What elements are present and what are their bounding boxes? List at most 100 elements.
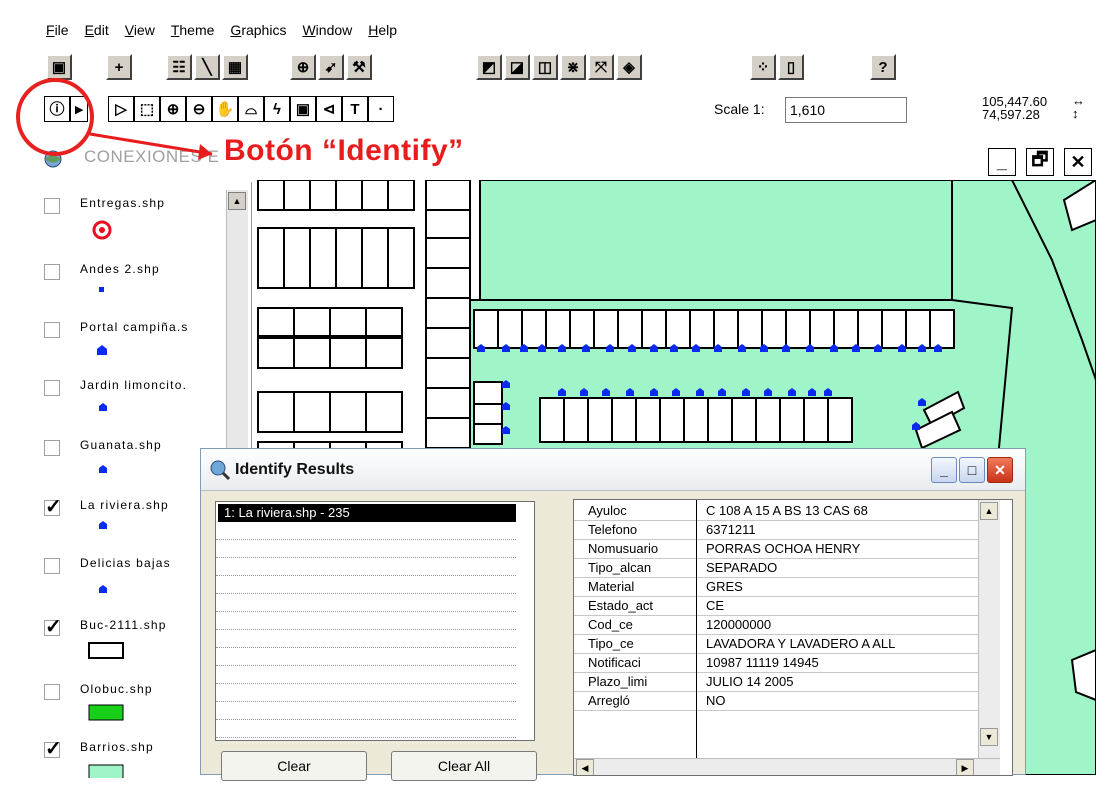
layer-entregas[interactable]: Entregas.shp xyxy=(44,194,244,254)
menu-theme[interactable]: Theme xyxy=(163,20,223,46)
draw-point-tool[interactable]: · xyxy=(368,96,394,122)
layer-visibility-checkbox-checked[interactable]: ✓ xyxy=(44,617,62,637)
zoom-out-button[interactable]: ⤧ xyxy=(588,54,614,80)
binoculars-icon: ⊕ xyxy=(296,58,310,76)
list-row xyxy=(216,558,516,576)
layer-visibility-checkbox[interactable] xyxy=(44,684,60,700)
layer-visibility-checkbox[interactable] xyxy=(44,380,60,396)
attribute-row: Tipo_ce LAVADORA Y LAVADERO A ALL xyxy=(574,635,978,654)
menu-view[interactable]: View xyxy=(117,20,163,46)
scale-input[interactable] xyxy=(785,97,907,123)
dialog-close-button[interactable]: ✕ xyxy=(987,457,1013,483)
target-symbol-icon xyxy=(92,220,112,240)
add-theme-button[interactable]: + xyxy=(106,54,132,80)
selected-feature-item[interactable]: 1: La riviera.shp - 235 xyxy=(218,504,516,522)
polygon-symbol-icon xyxy=(88,704,124,721)
layer-jardin-limoncito[interactable]: Jardin limoncito. xyxy=(44,376,244,436)
open-table-button[interactable]: ▦ xyxy=(222,54,248,80)
area-icon: ▣ xyxy=(295,100,311,118)
query-builder-button[interactable]: ⚒ xyxy=(346,54,372,80)
area-of-interest-tool[interactable]: ▣ xyxy=(290,96,316,122)
parcel-row-north xyxy=(473,309,955,349)
attribute-value: 6371211 xyxy=(706,522,756,537)
zoom-out-tool[interactable]: ⊖ xyxy=(186,96,212,122)
measure-tool[interactable]: ⌓ xyxy=(238,96,264,122)
attribute-field: Material xyxy=(588,579,635,594)
clear-selection-button[interactable]: ▯ xyxy=(778,54,804,80)
menu-file[interactable]: File xyxy=(38,20,77,46)
scroll-up-arrow-icon[interactable]: ▲ xyxy=(980,502,998,520)
view-restore-button[interactable]: 🗗 xyxy=(1026,148,1054,176)
theme-properties-button[interactable]: ☷ xyxy=(166,54,192,80)
layer-name: Guanata.shp xyxy=(80,438,162,452)
zoom-full-extent-button[interactable]: ◩ xyxy=(476,54,502,80)
point-symbol-icon xyxy=(99,287,104,292)
layer-portal-campina[interactable]: Portal campiña.s xyxy=(44,318,244,378)
label-tool[interactable]: ⊲ xyxy=(316,96,342,122)
layer-andes-2[interactable]: Andes 2.shp xyxy=(44,260,244,320)
attribute-field: Plazo_limi xyxy=(588,674,648,689)
dialog-minimize-button[interactable]: _ xyxy=(931,457,957,483)
layer-visibility-checkbox[interactable] xyxy=(44,558,60,574)
attribute-value: JULIO 14 2005 xyxy=(706,674,794,689)
zoom-active-themes-button[interactable]: ◪ xyxy=(504,54,530,80)
zoom-in-button[interactable]: ⋇ xyxy=(560,54,586,80)
layer-visibility-checkbox[interactable] xyxy=(44,322,60,338)
select-box-tool[interactable]: ⬚ xyxy=(134,96,160,122)
menu-edit[interactable]: Edit xyxy=(77,20,117,46)
attribute-value: SEPARADO xyxy=(706,560,778,575)
help-button[interactable]: ? xyxy=(870,54,896,80)
layer-visibility-checkbox[interactable] xyxy=(44,264,60,280)
text-icon: T xyxy=(350,100,360,118)
layer-visibility-checkbox-checked[interactable]: ✓ xyxy=(44,497,62,517)
clear-all-button[interactable]: Clear All xyxy=(391,751,537,781)
scroll-up-arrow-icon[interactable]: ▲ xyxy=(228,192,246,210)
menu-graphics[interactable]: Graphics xyxy=(222,20,294,46)
layer-name: Buc-2111.shp xyxy=(80,618,167,632)
locate-address-button[interactable]: ➹ xyxy=(318,54,344,80)
view-close-button[interactable]: ✕ xyxy=(1064,148,1092,176)
scroll-left-arrow-icon[interactable]: ◀ xyxy=(576,759,594,775)
save-button[interactable]: ▣ xyxy=(46,54,72,80)
list-row xyxy=(216,594,516,612)
zoom-previous-button[interactable]: ◈ xyxy=(616,54,642,80)
feature-list-scrollbar[interactable]: ▲ ▼ xyxy=(534,502,535,740)
text-tool[interactable]: T xyxy=(342,96,368,122)
point-icon: · xyxy=(378,100,384,118)
zoom-selected-button[interactable]: ◫ xyxy=(532,54,558,80)
menu-window[interactable]: Window xyxy=(294,20,360,46)
view-minimize-button[interactable]: _ xyxy=(988,148,1016,176)
layer-name: Barrios.shp xyxy=(80,740,154,754)
list-row xyxy=(216,540,516,558)
vertex-edit-tool[interactable]: ▷ xyxy=(108,96,134,122)
properties-icon: ☷ xyxy=(172,58,186,76)
hotlink-tool[interactable]: ϟ xyxy=(264,96,290,122)
pan-tool[interactable]: ✋ xyxy=(212,96,238,122)
layer-name: Olobuc.shp xyxy=(80,682,153,696)
zoom-out-arrows-icon: ⤧ xyxy=(594,58,607,76)
edit-legend-button[interactable]: ╲ xyxy=(194,54,220,80)
layer-name: Entregas.shp xyxy=(80,196,166,210)
scroll-right-arrow-icon[interactable]: ▶ xyxy=(956,759,974,775)
find-button[interactable]: ⊕ xyxy=(290,54,316,80)
clear-button[interactable]: Clear xyxy=(221,751,367,781)
select-features-button[interactable]: ⁘ xyxy=(750,54,776,80)
zoom-in-tool[interactable]: ⊕ xyxy=(160,96,186,122)
hammer-icon: ⚒ xyxy=(352,58,366,76)
attribute-row: Plazo_limi JULIO 14 2005 xyxy=(574,673,978,692)
attribute-value: NO xyxy=(706,693,726,708)
zoom-out-icon: ⊖ xyxy=(192,100,206,118)
dialog-maximize-button[interactable]: □ xyxy=(959,457,985,483)
layer-visibility-checkbox[interactable] xyxy=(44,440,60,456)
identified-features-list[interactable]: 1: La riviera.shp - 235 ▲ ▼ xyxy=(215,501,535,741)
attribute-vertical-scrollbar[interactable]: ▲ ▼ xyxy=(978,500,1000,758)
layer-visibility-checkbox-checked[interactable]: ✓ xyxy=(44,739,62,759)
attribute-row: Material GRES xyxy=(574,578,978,597)
attribute-horizontal-scrollbar[interactable]: ◀ ▶ xyxy=(574,758,1000,775)
maximize-icon: □ xyxy=(967,462,977,478)
menu-help[interactable]: Help xyxy=(360,20,405,46)
layer-visibility-checkbox[interactable] xyxy=(44,198,60,214)
arrow-icon: ▷ xyxy=(115,100,127,118)
list-row xyxy=(216,666,516,684)
scroll-down-arrow-icon[interactable]: ▼ xyxy=(980,728,998,746)
